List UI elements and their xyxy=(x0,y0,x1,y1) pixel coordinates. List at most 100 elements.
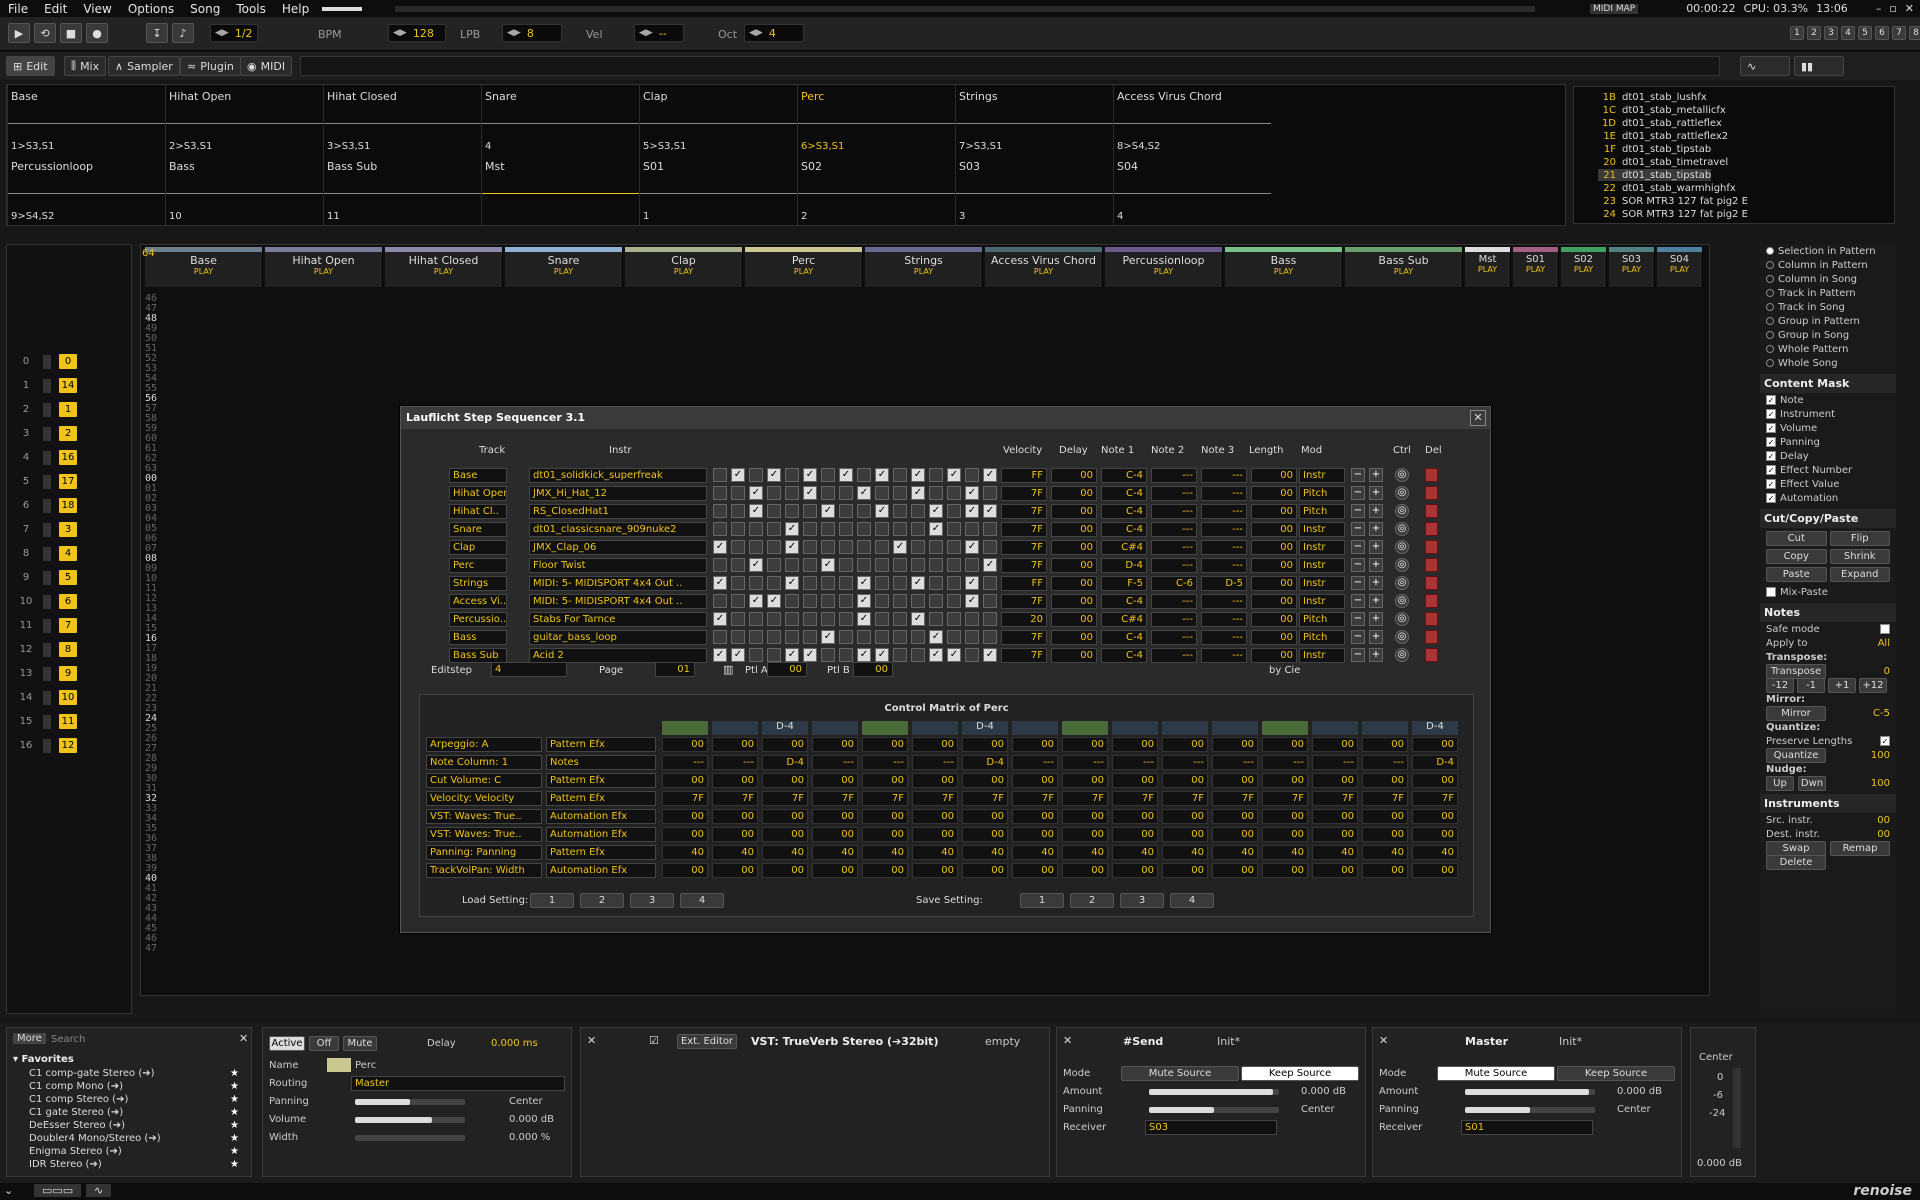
preset-3-button[interactable]: 3 xyxy=(1824,26,1838,40)
row-vel-value[interactable]: 7F xyxy=(1001,540,1047,555)
matrix-slot[interactable]: Hihat Closed 3>S3,S1 xyxy=(323,85,481,155)
sequence-mute-toggle[interactable] xyxy=(43,690,51,705)
sequence-mute-toggle[interactable] xyxy=(43,474,51,489)
scope-option[interactable]: Selection in Pattern xyxy=(1760,244,1896,258)
sequence-slot[interactable]: 00 xyxy=(17,353,77,370)
instrument-item[interactable]: 22 dt01_stab_warmhighfx xyxy=(1598,182,1736,194)
page-value[interactable]: 01 xyxy=(655,662,695,677)
send-preset[interactable]: Init* xyxy=(1217,1035,1240,1048)
ccp-expand-button[interactable]: Expand xyxy=(1829,567,1890,582)
load-setting-1-button[interactable]: 1 xyxy=(530,893,574,908)
row-mod-select[interactable]: Instr xyxy=(1299,468,1345,483)
cm-value[interactable]: 7F xyxy=(712,791,758,806)
transpose-plus-12-button[interactable]: +12 xyxy=(1859,677,1887,693)
step-toggle[interactable]: ✓ xyxy=(965,504,979,518)
step-toggle[interactable] xyxy=(767,576,781,590)
mask-checkbox[interactable]: ✓ xyxy=(1766,423,1776,433)
step-toggle[interactable] xyxy=(839,648,853,662)
instrument-item[interactable]: 1F dt01_stab_tipstab xyxy=(1598,143,1711,155)
master-receiver-select[interactable]: S01 xyxy=(1461,1120,1593,1135)
mask-option[interactable]: ✓ Effect Value xyxy=(1760,477,1896,491)
cm-value[interactable]: 00 xyxy=(1212,809,1258,824)
cm-value[interactable]: 00 xyxy=(1062,773,1108,788)
step-toggle[interactable] xyxy=(767,612,781,626)
cm-value[interactable]: 00 xyxy=(1312,863,1358,878)
track-header[interactable]: Access Virus Chord PLAY xyxy=(985,247,1103,287)
step-toggle[interactable] xyxy=(749,522,763,536)
step-toggle[interactable] xyxy=(749,648,763,662)
cm-value[interactable]: 00 xyxy=(1412,827,1458,842)
send-mute-source-button[interactable]: Mute Source xyxy=(1121,1066,1239,1081)
cm-value[interactable]: 00 xyxy=(712,809,758,824)
row-plus-button[interactable]: + xyxy=(1369,486,1383,500)
step-toggle[interactable] xyxy=(767,648,781,662)
cm-value[interactable]: 00 xyxy=(1062,827,1108,842)
maximize-icon[interactable]: ▫ xyxy=(1889,2,1896,15)
step-toggle[interactable] xyxy=(731,612,745,626)
step-toggle[interactable]: ✓ xyxy=(785,648,799,662)
step-toggle[interactable]: ✓ xyxy=(965,576,979,590)
row-instr-select[interactable]: guitar_bass_loop xyxy=(529,630,707,645)
metronome-button[interactable]: ♪ xyxy=(172,23,194,43)
cm-value[interactable]: 00 xyxy=(962,827,1008,842)
send-close-icon[interactable]: ✕ xyxy=(1063,1034,1072,1047)
cm-value[interactable]: 00 xyxy=(1212,737,1258,752)
step-toggle[interactable]: ✓ xyxy=(749,594,763,608)
step-toggle[interactable] xyxy=(857,540,871,554)
step-toggle[interactable] xyxy=(983,540,997,554)
step-toggle[interactable] xyxy=(767,486,781,500)
sequence-mute-toggle[interactable] xyxy=(43,714,51,729)
ccp-paste-button[interactable]: Paste xyxy=(1766,567,1827,582)
record-button[interactable]: ● xyxy=(86,23,108,43)
cm-value[interactable]: --- xyxy=(1112,755,1158,770)
step-toggle[interactable]: ✓ xyxy=(803,648,817,662)
preset-7-button[interactable]: 7 xyxy=(1892,26,1906,40)
step-toggle[interactable] xyxy=(983,576,997,590)
cm-value[interactable]: 40 xyxy=(962,845,1008,860)
cm-value[interactable]: --- xyxy=(1262,755,1308,770)
row-n3-value[interactable]: --- xyxy=(1201,612,1247,627)
track-header[interactable]: Hihat Open PLAY xyxy=(265,247,383,287)
step-toggle[interactable] xyxy=(857,558,871,572)
cm-value[interactable]: 00 xyxy=(1362,863,1408,878)
cm-value[interactable]: --- xyxy=(1162,755,1208,770)
star-icon[interactable]: ★ xyxy=(230,1120,239,1131)
row-plus-button[interactable]: + xyxy=(1369,522,1383,536)
play-button[interactable]: ▶ xyxy=(8,23,30,43)
row-delete-button[interactable] xyxy=(1425,468,1438,482)
sequence-pattern-number[interactable]: 14 xyxy=(59,378,77,393)
sequence-pattern-number[interactable]: 16 xyxy=(59,450,77,465)
step-toggle[interactable] xyxy=(983,630,997,644)
row-delete-button[interactable] xyxy=(1425,612,1438,626)
cm-value[interactable]: 7F xyxy=(1162,791,1208,806)
row-track-select[interactable]: Snare xyxy=(449,522,507,537)
track-header[interactable]: Clap PLAY xyxy=(625,247,743,287)
cm-value[interactable]: 00 xyxy=(1062,737,1108,752)
cm-param-select[interactable]: Cut Volume: C xyxy=(426,773,542,788)
cm-value[interactable]: 40 xyxy=(1362,845,1408,860)
scope-button[interactable]: ∿ xyxy=(1740,56,1790,76)
cm-value[interactable]: 00 xyxy=(662,773,708,788)
row-track-select[interactable]: Access Vi.. xyxy=(449,594,507,609)
track-header[interactable]: S01 PLAY xyxy=(1513,247,1559,287)
row-minus-button[interactable]: − xyxy=(1351,468,1365,482)
load-setting-4-button[interactable]: 4 xyxy=(680,893,724,908)
step-toggle[interactable]: ✓ xyxy=(911,486,925,500)
step-toggle[interactable] xyxy=(713,468,727,482)
track-header[interactable]: Percussionloop PLAY xyxy=(1105,247,1223,287)
step-toggle[interactable] xyxy=(749,540,763,554)
cm-value[interactable]: 00 xyxy=(962,863,1008,878)
row-mod-select[interactable]: Pitch xyxy=(1299,504,1345,519)
row-n2-value[interactable]: --- xyxy=(1151,504,1197,519)
scope-option[interactable]: Track in Pattern xyxy=(1760,286,1896,300)
favorite-item[interactable]: Enigma Stereo (➔) ★ xyxy=(7,1146,245,1159)
step-toggle[interactable] xyxy=(839,594,853,608)
step-toggle[interactable]: ✓ xyxy=(731,468,745,482)
sequence-pattern-number[interactable]: 3 xyxy=(59,522,77,537)
quantize-value[interactable]: 100 xyxy=(1871,750,1890,761)
cm-value[interactable]: 7F xyxy=(1012,791,1058,806)
cm-value[interactable]: 00 xyxy=(1012,737,1058,752)
row-delete-button[interactable] xyxy=(1425,522,1438,536)
step-toggle[interactable] xyxy=(803,522,817,536)
spectrum-button[interactable]: ▮▮ xyxy=(1794,56,1844,76)
